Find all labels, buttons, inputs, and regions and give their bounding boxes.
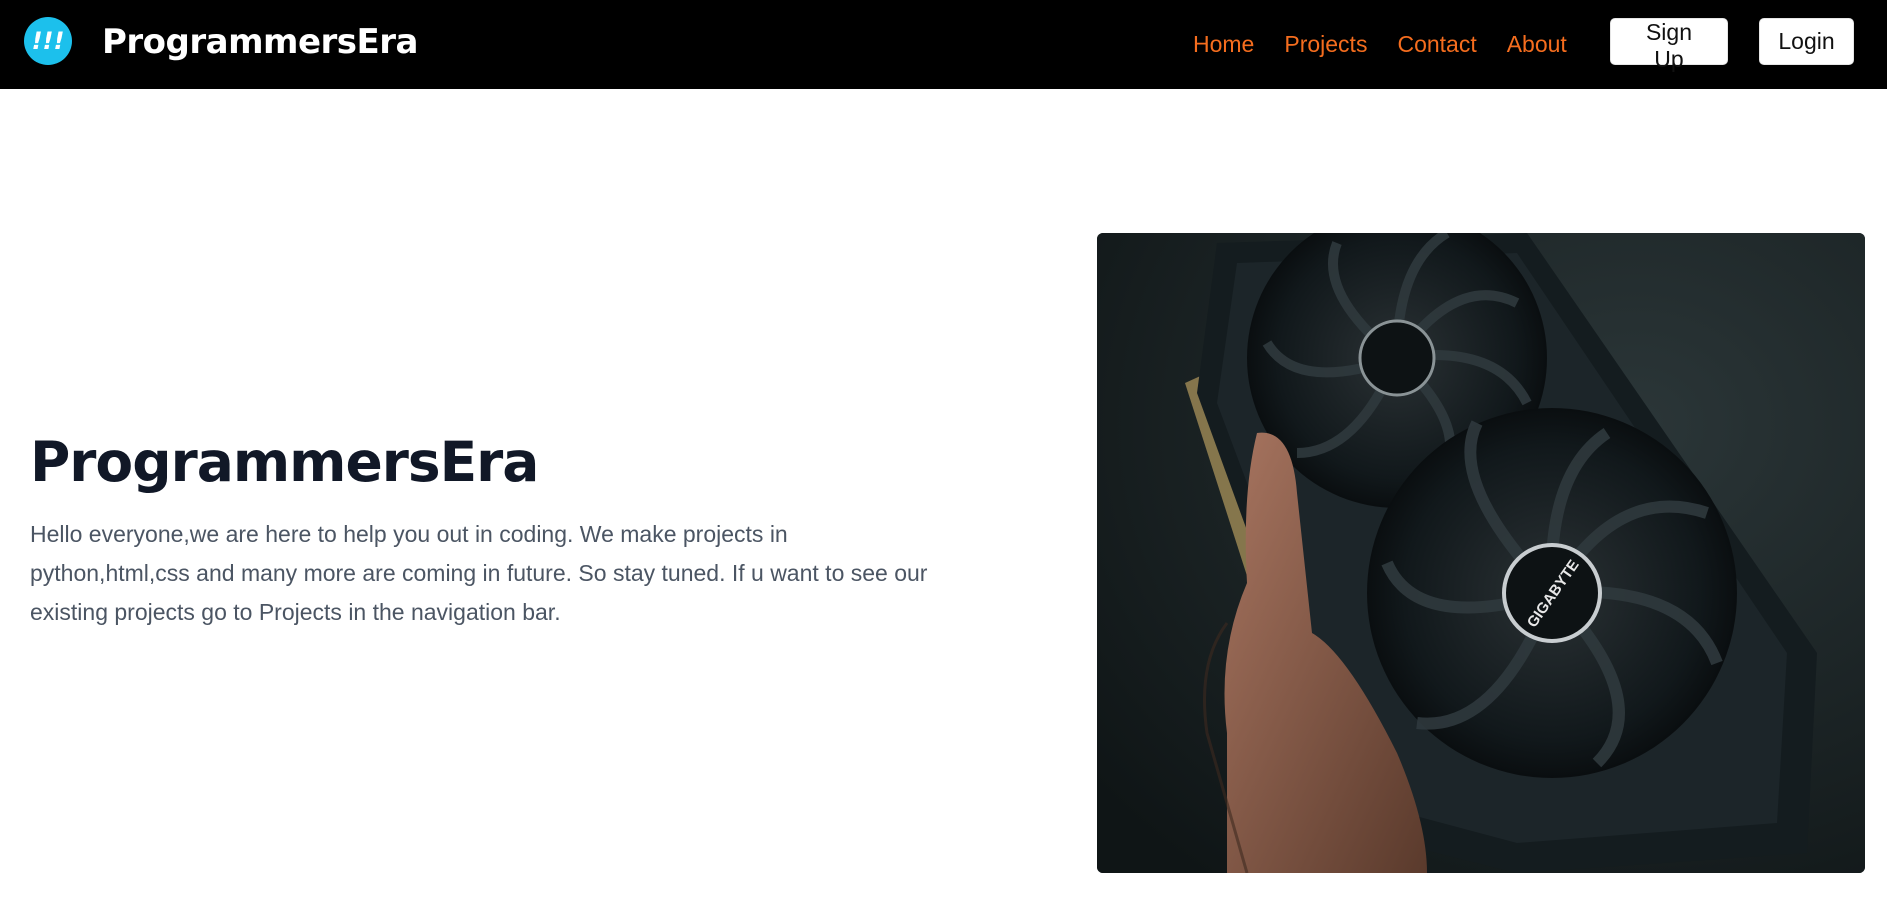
nav-link-home[interactable]: Home — [1193, 31, 1254, 58]
graphics-card-illustration: GIGABYTE — [1097, 233, 1865, 873]
svg-text:!!!: !!! — [32, 28, 65, 54]
sign-up-button[interactable]: Sign Up — [1610, 18, 1728, 72]
navbar: !!! ProgrammersEra Home Projects Contact… — [0, 0, 1887, 89]
hero-title: ProgrammersEra — [30, 430, 539, 494]
logo-icon[interactable]: !!! — [24, 17, 72, 65]
brand-name[interactable]: ProgrammersEra — [102, 22, 418, 62]
hero-image-graphics-card: GIGABYTE — [1097, 233, 1865, 873]
nav-link-projects[interactable]: Projects — [1284, 31, 1367, 58]
hero-description: Hello everyone,we are here to help you o… — [30, 521, 928, 625]
nav-links: Home Projects Contact About — [1193, 24, 1567, 64]
exclamation-marks-icon: !!! — [32, 28, 65, 54]
nav-link-contact[interactable]: Contact — [1397, 31, 1476, 58]
nav-link-about[interactable]: About — [1507, 31, 1567, 58]
login-button[interactable]: Login — [1759, 18, 1854, 65]
